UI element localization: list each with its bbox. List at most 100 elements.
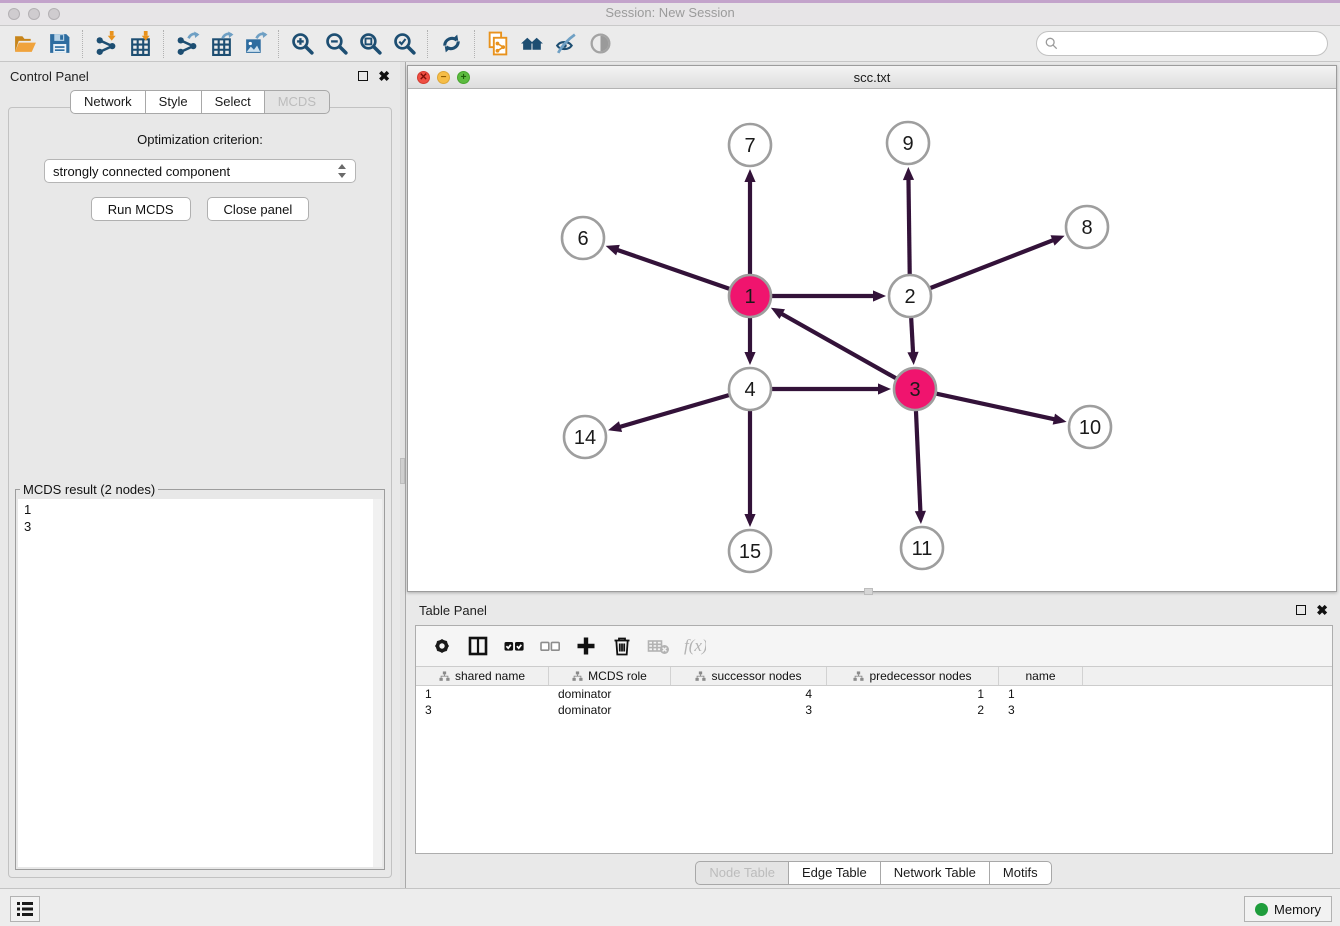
tab-network[interactable]: Network	[70, 90, 145, 114]
deselect-all-button[interactable]	[534, 630, 566, 662]
tab-style[interactable]: Style	[145, 90, 201, 114]
graph-node-11[interactable]: 11	[901, 527, 943, 569]
table-cell[interactable]: 1	[827, 686, 999, 702]
graph-edge[interactable]	[771, 308, 896, 378]
result-scrollbar[interactable]	[373, 499, 382, 867]
graph-node-14[interactable]: 14	[564, 416, 606, 458]
select-all-button[interactable]	[498, 630, 530, 662]
columns-button[interactable]	[462, 630, 494, 662]
tab-node-table[interactable]: Node Table	[695, 861, 788, 885]
table-rows: 1dominator4113dominator323	[416, 686, 1332, 718]
memory-button[interactable]: Memory	[1244, 896, 1332, 922]
delete-button[interactable]	[606, 630, 638, 662]
graph-node-3[interactable]: 3	[894, 368, 936, 410]
table-cell[interactable]: dominator	[549, 702, 671, 718]
network-canvas[interactable]: 7 9 6 8 1 2 4 3 14 10 15 11	[408, 89, 1336, 591]
graph-edge[interactable]	[936, 394, 1066, 425]
export-network-button[interactable]	[170, 29, 204, 59]
table-cell[interactable]: 4	[671, 686, 827, 702]
graph-edge[interactable]	[915, 411, 926, 524]
hide-selected-button[interactable]	[549, 29, 583, 59]
table-cell[interactable]: 3	[999, 702, 1083, 718]
frame-resize-handle[interactable]	[864, 588, 873, 595]
column-header-successor-nodes[interactable]: successor nodes	[671, 667, 827, 685]
import-table-button[interactable]	[123, 29, 157, 59]
graph-edge[interactable]	[930, 235, 1064, 288]
column-header-shared-name[interactable]: shared name	[416, 667, 549, 685]
table-tabs: Node TableEdge TableNetwork TableMotifs	[407, 861, 1340, 885]
tab-motifs[interactable]: Motifs	[989, 861, 1052, 885]
table-close-icon[interactable]: ✖	[1316, 605, 1328, 615]
tab-select[interactable]: Select	[201, 90, 264, 114]
column-header-name[interactable]: name	[999, 667, 1083, 685]
zoom-selected-button[interactable]	[387, 29, 421, 59]
tab-mcds[interactable]: MCDS	[264, 90, 330, 114]
export-table-button[interactable]	[204, 29, 238, 59]
status-bar: Memory	[0, 888, 1340, 926]
graph-edge[interactable]	[608, 395, 729, 432]
graph-node-8[interactable]: 8	[1066, 206, 1108, 248]
float-panel-icon[interactable]	[358, 71, 368, 81]
table-cell[interactable]: 1	[416, 686, 549, 702]
graph-edge[interactable]	[744, 318, 755, 365]
delete-table-button[interactable]	[642, 630, 674, 662]
open-session-button[interactable]	[8, 29, 42, 59]
graph-edge[interactable]	[772, 290, 886, 301]
table-cell[interactable]: dominator	[549, 686, 671, 702]
graph-edge[interactable]	[606, 245, 730, 289]
graph-node-6[interactable]: 6	[562, 217, 604, 259]
run-mcds-button[interactable]: Run MCDS	[91, 197, 191, 221]
export-image-button[interactable]	[238, 29, 272, 59]
select-stepper-icon	[337, 163, 347, 179]
svg-text:f(x): f(x)	[684, 636, 706, 655]
table-float-icon[interactable]	[1296, 605, 1306, 615]
graph-node-9[interactable]: 9	[887, 122, 929, 164]
refresh-button[interactable]	[434, 29, 468, 59]
zoom-fit-button[interactable]	[353, 29, 387, 59]
add-button[interactable]	[570, 630, 602, 662]
table-cell[interactable]: 3	[671, 702, 827, 718]
graph-edge[interactable]	[744, 411, 755, 527]
graph-edge[interactable]	[744, 169, 755, 274]
graph-node-7[interactable]: 7	[729, 124, 771, 166]
import-network-button[interactable]	[89, 29, 123, 59]
task-history-button[interactable]	[10, 896, 40, 922]
function-button[interactable]: f(x)	[678, 630, 710, 662]
tab-network-table[interactable]: Network Table	[880, 861, 989, 885]
close-panel-button[interactable]: Close panel	[207, 197, 310, 221]
first-neighbors-button[interactable]	[515, 29, 549, 59]
zoom-in-button[interactable]	[285, 29, 319, 59]
table-row[interactable]: 3dominator323	[416, 702, 1332, 718]
clone-network-button[interactable]	[481, 29, 515, 59]
graph-node-1[interactable]: 1	[729, 275, 771, 317]
table-row[interactable]: 1dominator411	[416, 686, 1332, 702]
settings-button[interactable]	[426, 630, 458, 662]
show-graphics-button[interactable]	[583, 29, 617, 59]
save-session-button[interactable]	[42, 29, 76, 59]
toolbar-separator	[163, 30, 164, 58]
splitter-grip[interactable]	[400, 458, 405, 484]
graph-edge[interactable]	[903, 167, 914, 274]
search-box[interactable]	[1036, 31, 1328, 56]
column-header-MCDS-role[interactable]: MCDS role	[549, 667, 671, 685]
column-header-predecessor-nodes[interactable]: predecessor nodes	[827, 667, 999, 685]
optimization-select[interactable]: strongly connected component	[44, 159, 356, 183]
mcds-result-area[interactable]: 1 3	[18, 499, 382, 867]
graph-node-15[interactable]: 15	[729, 530, 771, 572]
zoom-out-icon	[324, 31, 349, 56]
panel-splitter[interactable]	[400, 62, 406, 888]
search-input[interactable]	[1063, 36, 1327, 51]
graph-node-4[interactable]: 4	[729, 368, 771, 410]
graph-edge[interactable]	[907, 318, 918, 365]
table-panel-header: Table Panel ✖	[407, 596, 1340, 624]
graph-node-2[interactable]: 2	[889, 275, 931, 317]
graph-node-10[interactable]: 10	[1069, 406, 1111, 448]
table-cell[interactable]: 3	[416, 702, 549, 718]
zoom-out-button[interactable]	[319, 29, 353, 59]
graph-edge[interactable]	[772, 383, 891, 394]
tab-edge-table[interactable]: Edge Table	[788, 861, 880, 885]
table-cell[interactable]: 1	[999, 686, 1083, 702]
table-cell[interactable]: 2	[827, 702, 999, 718]
network-window-titlebar[interactable]: ✕ − + scc.txt	[408, 66, 1336, 89]
close-panel-icon[interactable]: ✖	[378, 71, 390, 81]
